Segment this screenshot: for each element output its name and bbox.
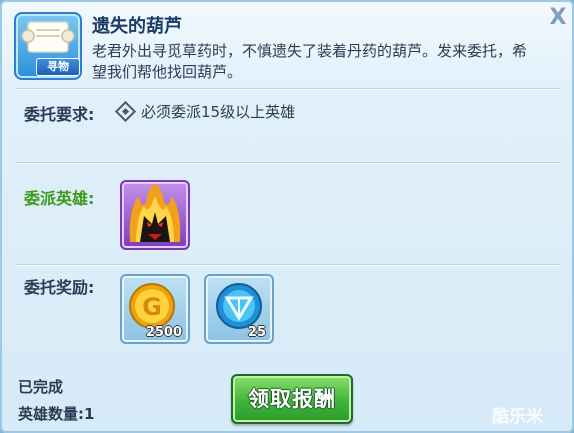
close-button[interactable]: X (546, 6, 570, 30)
assigned-hero-label: 委派英雄: (24, 189, 95, 208)
watermark: 酷乐米 (492, 407, 543, 427)
divider (16, 264, 560, 265)
reward-slot-orb[interactable]: 25 (204, 274, 274, 344)
quest-description: 老君外出寻觅草药时，不慎遗失了装着丹药的葫芦。发来委托，希望我们帮他找回葫芦。 (92, 42, 528, 81)
flame-demon-hero-icon (129, 184, 181, 242)
hero-portrait-slot[interactable] (120, 180, 190, 250)
quest-dialog: 寻物 遗失的葫芦 老君外出寻觅草药时，不慎遗失了装着丹药的葫芦。发来委托，希望我… (0, 0, 574, 433)
reward-slot-gold[interactable]: G 2500 (120, 274, 190, 344)
scroll-icon: 寻物 (14, 12, 82, 80)
quest-header: 寻物 遗失的葫芦 老君外出寻觅草药时，不慎遗失了装着丹药的葫芦。发来委托，希望我… (2, 2, 572, 88)
reward-count: 25 (247, 325, 266, 340)
svg-text:G: G (142, 293, 162, 321)
claim-reward-button[interactable]: 领取报酬 (231, 374, 353, 424)
diamond-bullet-icon (114, 100, 137, 123)
requirement-label: 委托要求: (24, 105, 95, 124)
rewards-label: 委托奖励: (24, 278, 95, 297)
quest-type-tag: 寻物 (36, 58, 80, 76)
requirement-row: 必须委派15级以上英雄 (114, 100, 296, 123)
status-completed: 已完成 (18, 378, 64, 396)
quest-title: 遗失的葫芦 (92, 16, 182, 37)
reward-count: 2500 (145, 325, 182, 340)
status-hero-count: 英雄数量:1 (18, 405, 95, 423)
divider (16, 162, 560, 163)
requirement-text: 必须委派15级以上英雄 (141, 103, 296, 121)
divider (16, 88, 560, 89)
